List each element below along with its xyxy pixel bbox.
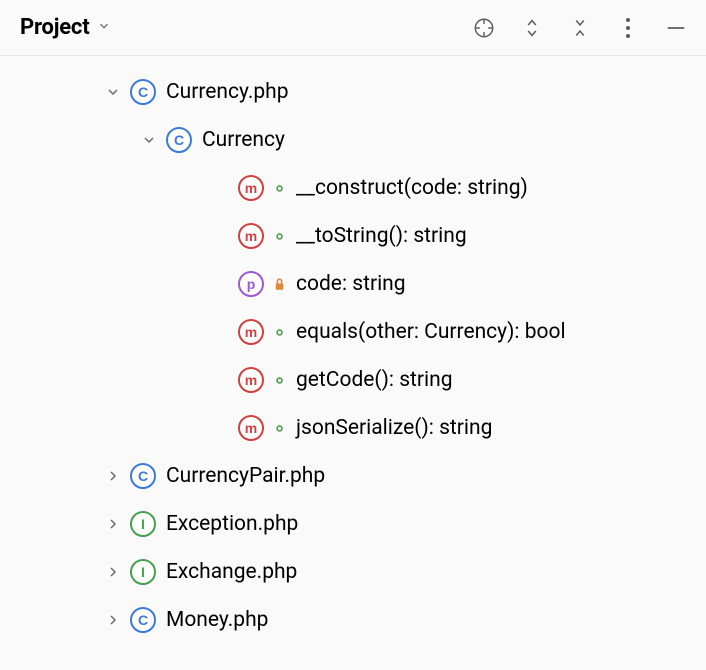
- tree-item-label: getCode(): string: [296, 368, 453, 392]
- project-tree: C Currency.php C Currency m __construct(code:…: [0, 56, 706, 652]
- tree-item-label: Currency.php: [166, 80, 289, 104]
- project-view-selector[interactable]: Project: [20, 15, 111, 40]
- tree-item-label: jsonSerialize(): string: [296, 416, 492, 440]
- class-currency[interactable]: C Currency: [0, 116, 706, 164]
- chevron-down-icon: [97, 18, 111, 37]
- public-icon: [272, 373, 286, 387]
- tree-item-label: Currency: [202, 128, 285, 152]
- tree-item-label: code: string: [296, 272, 406, 296]
- property-icon: p: [238, 271, 264, 297]
- method-icon: m: [238, 415, 264, 441]
- method-icon: m: [238, 367, 264, 393]
- class-icon: C: [130, 607, 156, 633]
- file-currency-php[interactable]: C Currency.php: [0, 68, 706, 116]
- interface-icon: I: [130, 511, 156, 537]
- file-currencypair-php[interactable]: C CurrencyPair.php: [0, 452, 706, 500]
- public-icon: [272, 181, 286, 195]
- hide-panel-icon[interactable]: [664, 16, 688, 40]
- tree-item-label: __construct(code: string): [296, 176, 528, 200]
- collapse-all-icon[interactable]: [568, 16, 592, 40]
- file-money-php[interactable]: C Money.php: [0, 596, 706, 644]
- expand-all-icon[interactable]: [520, 16, 544, 40]
- tree-item-label: Money.php: [166, 608, 268, 632]
- method-construct[interactable]: m __construct(code: string): [0, 164, 706, 212]
- chevron-down-icon[interactable]: [140, 131, 158, 149]
- property-code[interactable]: p code: string: [0, 260, 706, 308]
- chevron-right-icon[interactable]: [104, 515, 122, 533]
- method-getcode[interactable]: m getCode(): string: [0, 356, 706, 404]
- tree-item-label: Exception.php: [166, 512, 298, 536]
- panel-header: Project: [0, 0, 706, 56]
- chevron-down-icon[interactable]: [104, 83, 122, 101]
- tree-item-label: equals(other: Currency): bool: [296, 320, 566, 344]
- class-icon: C: [130, 79, 156, 105]
- method-equals[interactable]: m equals(other: Currency): bool: [0, 308, 706, 356]
- chevron-right-icon[interactable]: [104, 467, 122, 485]
- tree-item-label: __toString(): string: [296, 224, 467, 248]
- tree-item-label: Exchange.php: [166, 560, 297, 584]
- lock-icon: [272, 277, 286, 291]
- panel-toolbar: [472, 16, 688, 40]
- class-icon: C: [130, 463, 156, 489]
- panel-title: Project: [20, 15, 89, 40]
- public-icon: [272, 325, 286, 339]
- method-jsonserialize[interactable]: m jsonSerialize(): string: [0, 404, 706, 452]
- file-exchange-php[interactable]: I Exchange.php: [0, 548, 706, 596]
- file-exception-php[interactable]: I Exception.php: [0, 500, 706, 548]
- chevron-right-icon[interactable]: [104, 611, 122, 629]
- select-opened-file-icon[interactable]: [472, 16, 496, 40]
- public-icon: [272, 229, 286, 243]
- more-options-icon[interactable]: [616, 16, 640, 40]
- public-icon: [272, 421, 286, 435]
- interface-icon: I: [130, 559, 156, 585]
- class-icon: C: [166, 127, 192, 153]
- method-icon: m: [238, 319, 264, 345]
- tree-item-label: CurrencyPair.php: [166, 464, 325, 488]
- method-icon: m: [238, 223, 264, 249]
- chevron-right-icon[interactable]: [104, 563, 122, 581]
- method-tostring[interactable]: m __toString(): string: [0, 212, 706, 260]
- method-icon: m: [238, 175, 264, 201]
